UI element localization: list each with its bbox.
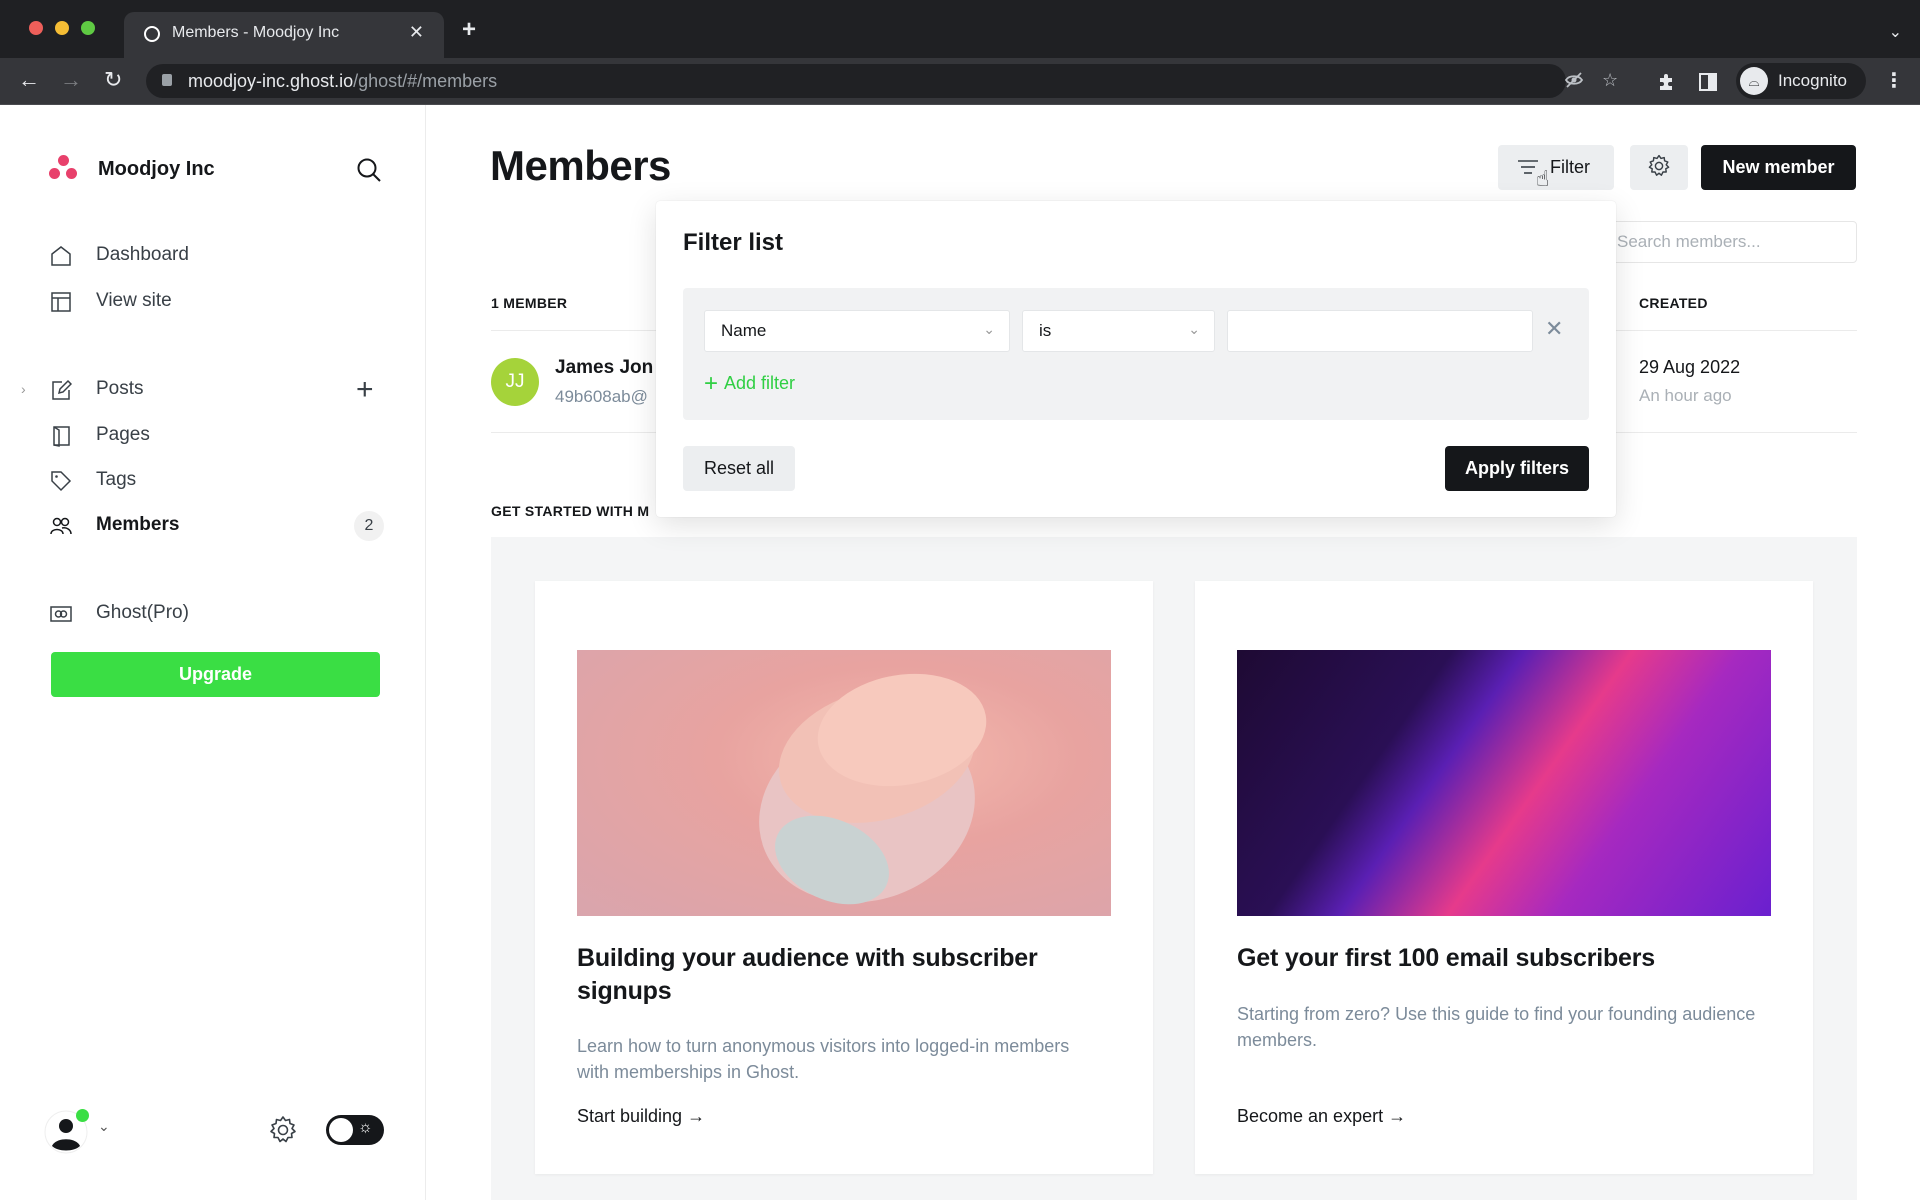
browser-menu-icon[interactable]: ⋮ bbox=[1884, 68, 1904, 93]
chevron-down-icon[interactable]: ⌄ bbox=[98, 1118, 110, 1135]
start-building-link[interactable]: Start building → bbox=[577, 1106, 705, 1127]
get-started-panel: Building your audience with subscriber s… bbox=[491, 537, 1857, 1200]
url-text: moodjoy-inc.ghost.io/ghost/#/members bbox=[188, 71, 498, 91]
extensions-puzzle-icon[interactable] bbox=[1656, 72, 1676, 97]
hand-pointer-cursor-icon: ☝ bbox=[1536, 166, 1550, 191]
ghost-pro-icon bbox=[50, 603, 72, 625]
guide-card-title: Building your audience with subscriber s… bbox=[577, 944, 1038, 1005]
sidebar-item-members[interactable]: Members 2 bbox=[0, 505, 426, 545]
sidebar-item-dashboard[interactable]: Dashboard bbox=[0, 235, 426, 275]
become-expert-link[interactable]: Become an expert → bbox=[1237, 1106, 1406, 1127]
layout-icon bbox=[50, 291, 72, 313]
sidebar-item-ghost-pro[interactable]: Ghost(Pro) bbox=[0, 593, 426, 633]
filter-popover: Filter list Name ⌄ is ⌄ ✕ + Add filter Re… bbox=[656, 201, 1616, 517]
member-created-relative: An hour ago bbox=[1639, 386, 1732, 405]
new-tab-button[interactable]: + bbox=[462, 16, 476, 44]
guide-card-image bbox=[1237, 650, 1771, 916]
browser-tabbar: Members - Moodjoy Inc ✕ + ⌄ bbox=[0, 0, 1920, 58]
online-status-dot bbox=[76, 1109, 89, 1122]
favicon-icon bbox=[144, 26, 160, 42]
profile-button[interactable]: ⌓ Incognito bbox=[1736, 63, 1866, 99]
filter-operator-select[interactable]: is ⌄ bbox=[1022, 310, 1215, 352]
dark-mode-toggle[interactable]: ☼ bbox=[326, 1115, 384, 1145]
member-created-date: 29 Aug 2022 bbox=[1639, 357, 1741, 377]
sidebar-item-posts[interactable]: › Posts + bbox=[0, 369, 426, 409]
settings-gear-icon[interactable] bbox=[268, 1115, 298, 1150]
sidebar-item-view-site[interactable]: View site bbox=[0, 281, 426, 321]
browser-toolbar: ← → ↻ moodjoy-inc.ghost.io/ghost/#/membe… bbox=[0, 58, 1920, 105]
member-avatar: JJ bbox=[491, 358, 539, 406]
new-post-plus-icon[interactable]: + bbox=[356, 373, 374, 407]
address-bar[interactable]: moodjoy-inc.ghost.io/ghost/#/members ☆ bbox=[146, 64, 1618, 98]
close-window-button[interactable] bbox=[29, 21, 43, 35]
reset-all-button[interactable]: Reset all bbox=[683, 446, 795, 491]
edit-icon bbox=[50, 379, 73, 401]
toggle-knob bbox=[329, 1118, 353, 1142]
filter-lines-icon bbox=[1518, 159, 1538, 180]
filter-rows-container: Name ⌄ is ⌄ ✕ + Add filter bbox=[683, 288, 1589, 420]
get-started-heading: GET STARTED WITH M bbox=[491, 503, 650, 519]
side-panel-icon[interactable] bbox=[1698, 72, 1718, 97]
page-title: Members bbox=[490, 142, 671, 189]
minimize-window-button[interactable] bbox=[55, 21, 69, 35]
member-email: 49b608ab@ bbox=[555, 387, 648, 406]
guide-card-description: Learn how to turn anonymous visitors int… bbox=[577, 1036, 1070, 1082]
filter-popover-title: Filter list bbox=[683, 229, 784, 256]
browser-tab[interactable]: Members - Moodjoy Inc ✕ bbox=[124, 12, 444, 58]
filter-value-input[interactable] bbox=[1227, 310, 1533, 352]
guide-card[interactable]: Get your first 100 email subscribers Sta… bbox=[1195, 581, 1813, 1174]
plus-icon: + bbox=[704, 370, 719, 397]
chevron-down-icon: ⌄ bbox=[983, 321, 995, 337]
sun-icon: ☼ bbox=[358, 1119, 373, 1136]
forward-arrow-icon[interactable]: → bbox=[60, 67, 82, 93]
bookmark-star-icon[interactable]: ☆ bbox=[1602, 70, 1618, 91]
upgrade-button[interactable]: Upgrade bbox=[51, 652, 380, 697]
member-name: James Jon bbox=[555, 357, 654, 378]
eye-off-icon[interactable] bbox=[1564, 70, 1584, 95]
search-members-input[interactable] bbox=[1602, 221, 1857, 263]
expand-chevron-icon[interactable]: › bbox=[21, 381, 26, 397]
members-icon bbox=[50, 515, 72, 537]
maximize-window-button[interactable] bbox=[81, 21, 95, 35]
profile-label: Incognito bbox=[1778, 71, 1847, 90]
member-settings-button[interactable] bbox=[1630, 145, 1688, 190]
guide-card-description: Starting from zero? Use this guide to fi… bbox=[1237, 1004, 1756, 1050]
sidebar: Moodjoy Inc Dashboard View site › Posts … bbox=[0, 105, 426, 1200]
column-header-created[interactable]: CREATED bbox=[1639, 295, 1708, 311]
back-arrow-icon[interactable]: ← bbox=[18, 67, 40, 93]
pages-icon bbox=[50, 425, 72, 447]
sidebar-item-pages[interactable]: Pages bbox=[0, 415, 426, 455]
lock-icon bbox=[162, 74, 172, 86]
filter-button[interactable]: Filter bbox=[1498, 145, 1614, 190]
sidebar-item-tags[interactable]: Tags bbox=[0, 460, 426, 500]
tag-icon bbox=[50, 470, 72, 492]
home-icon bbox=[50, 245, 72, 267]
brand-name: Moodjoy Inc bbox=[98, 158, 215, 180]
guide-card-title: Get your first 100 email subscribers bbox=[1237, 944, 1655, 972]
search-icon[interactable] bbox=[356, 157, 382, 188]
add-filter-button[interactable]: + Add filter bbox=[704, 368, 795, 397]
apply-filters-button[interactable]: Apply filters bbox=[1445, 446, 1589, 491]
guide-card-image bbox=[577, 650, 1111, 916]
tab-title: Members - Moodjoy Inc bbox=[172, 24, 340, 41]
close-tab-icon[interactable]: ✕ bbox=[409, 22, 424, 43]
brand-logo-icon bbox=[49, 155, 79, 181]
members-count-badge: 2 bbox=[354, 511, 384, 541]
tab-search-chevron-icon[interactable]: ⌄ bbox=[1889, 22, 1902, 42]
reload-icon[interactable]: ↻ bbox=[104, 67, 122, 93]
chevron-down-icon: ⌄ bbox=[1188, 321, 1200, 337]
guide-card[interactable]: Building your audience with subscriber s… bbox=[535, 581, 1153, 1174]
member-count-label: 1 MEMBER bbox=[491, 295, 568, 311]
incognito-icon: ⌓ bbox=[1740, 67, 1768, 95]
new-member-button[interactable]: New member bbox=[1701, 145, 1856, 190]
filter-field-select[interactable]: Name ⌄ bbox=[704, 310, 1010, 352]
remove-filter-close-icon[interactable]: ✕ bbox=[1545, 316, 1563, 342]
